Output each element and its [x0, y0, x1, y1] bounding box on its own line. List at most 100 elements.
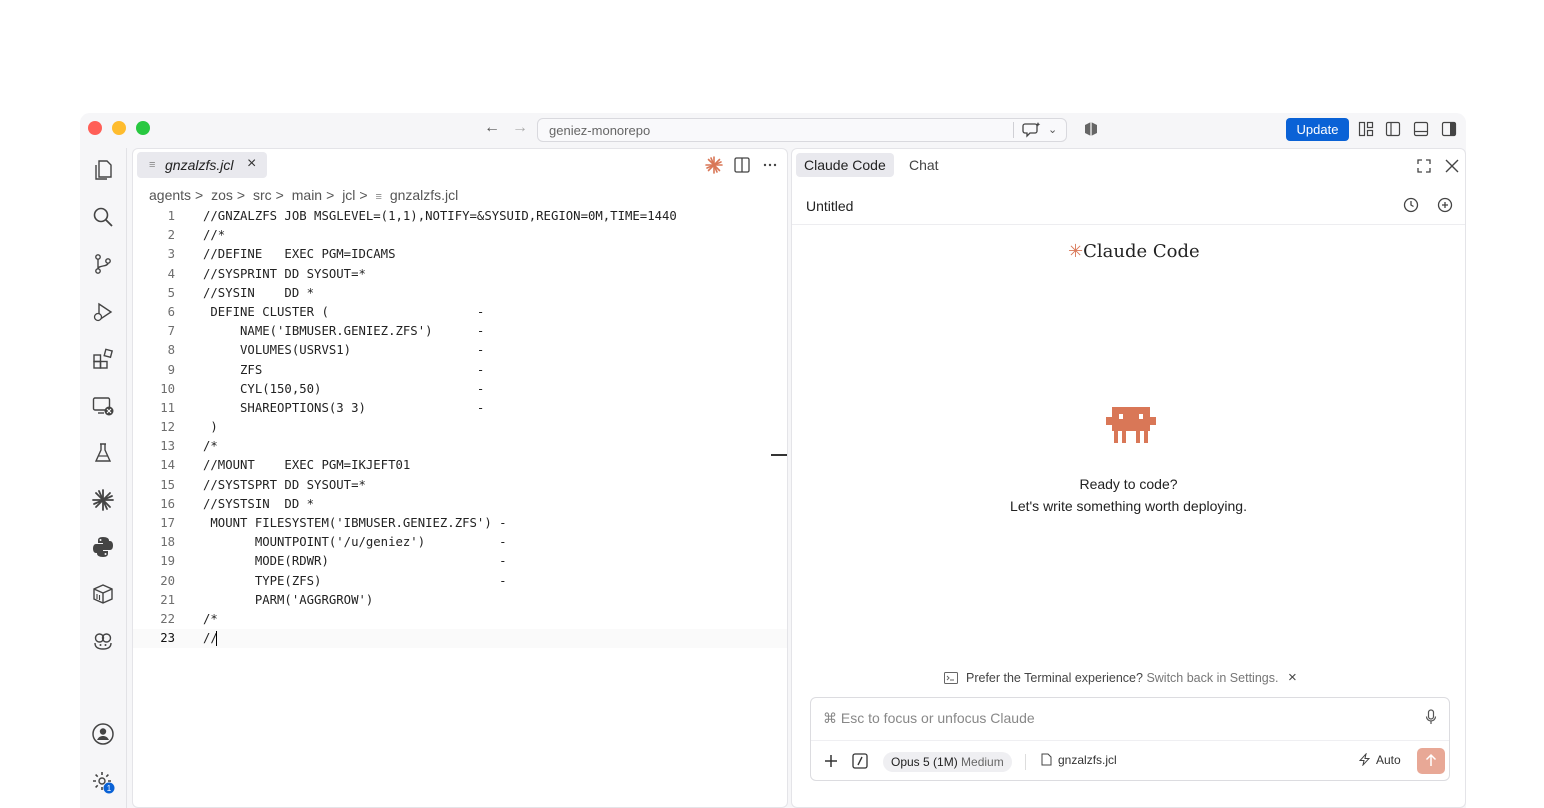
testing-flask-icon[interactable] — [91, 441, 115, 465]
breadcrumb-item[interactable]: main — [292, 187, 322, 203]
code-line[interactable]: 21 PARM('AGGRGROW') — [133, 591, 787, 610]
send-button[interactable] — [1417, 748, 1445, 774]
code-text[interactable]: DEFINE CLUSTER ( - — [203, 303, 484, 322]
code-text[interactable]: //MOUNT EXEC PGM=IKJEFT01 — [203, 456, 410, 475]
breadcrumb-item[interactable]: gnzalzfs.jcl — [390, 187, 458, 203]
code-line[interactable]: 10 CYL(150,50) - — [133, 380, 787, 399]
code-text[interactable]: //SYSPRINT DD SYSOUT=* — [203, 265, 366, 284]
code-line[interactable]: 8 VOLUMES(USRVS1) - — [133, 341, 787, 360]
code-line[interactable]: 15 //SYSTSPRT DD SYSOUT=* — [133, 476, 787, 495]
code-text[interactable]: //SYSTSIN DD * — [203, 495, 314, 514]
microphone-icon[interactable] — [1425, 709, 1437, 725]
toggle-primary-sidebar-icon[interactable] — [1385, 121, 1401, 137]
split-editor-icon[interactable] — [733, 156, 751, 174]
code-text[interactable]: NAME('IBMUSER.GENIEZ.ZFS') - — [203, 322, 484, 341]
file-context-chip[interactable]: gnzalzfs.jcl — [1041, 753, 1117, 767]
model-selector[interactable]: Opus 5 (1M) Medium — [883, 752, 1012, 772]
breadcrumb-item[interactable]: jcl — [342, 187, 355, 203]
forward-arrow-icon[interactable]: → — [510, 119, 530, 137]
breadcrumb-item[interactable]: agents — [149, 187, 191, 203]
code-text[interactable]: MOUNTPOINT('/u/geniez') - — [203, 533, 507, 552]
toggle-panel-icon[interactable] — [1413, 121, 1429, 137]
claude-spark-action-icon[interactable] — [705, 156, 723, 174]
maximize-window-button[interactable] — [136, 121, 150, 135]
editor-tab[interactable]: ≡ gnzalzfs.jcl × — [137, 152, 267, 178]
code-line[interactable]: 19 MODE(RDWR) - — [133, 552, 787, 571]
run-debug-icon[interactable] — [91, 300, 115, 324]
breadcrumb-item[interactable]: src — [253, 187, 272, 203]
code-line[interactable]: 23 // — [133, 629, 787, 649]
command-center[interactable]: geniez-monorepo ⌄ — [537, 118, 1067, 142]
code-line[interactable]: 1 //GNZALZFS JOB MSGLEVEL=(1,1),NOTIFY=&S… — [133, 207, 787, 226]
chat-sparkle-icon[interactable] — [1022, 121, 1042, 139]
code-text[interactable]: /* — [203, 610, 218, 629]
minimize-window-button[interactable] — [112, 121, 126, 135]
python-icon[interactable] — [91, 535, 115, 559]
close-window-button[interactable] — [88, 121, 102, 135]
history-clock-icon[interactable] — [1403, 197, 1419, 213]
code-line[interactable]: 2 //* — [133, 226, 787, 245]
claude-spark-icon[interactable] — [91, 488, 115, 512]
code-line[interactable]: 4 //SYSPRINT DD SYSOUT=* — [133, 265, 787, 284]
code-line[interactable]: 17 MOUNT FILESYSTEM('IBMUSER.GENIEZ.ZFS'… — [133, 514, 787, 533]
code-line[interactable]: 7 NAME('IBMUSER.GENIEZ.ZFS') - — [133, 322, 787, 341]
code-text[interactable]: PARM('AGGRGROW') — [203, 591, 373, 610]
search-icon[interactable] — [91, 205, 115, 229]
close-panel-icon[interactable] — [1444, 158, 1460, 174]
new-session-icon[interactable] — [1437, 197, 1453, 213]
copilot-icon[interactable] — [1083, 121, 1099, 137]
code-line[interactable]: 11 SHAREOPTIONS(3 3) - — [133, 399, 787, 418]
slash-command-icon[interactable] — [852, 753, 868, 769]
code-text[interactable]: TYPE(ZFS) - — [203, 572, 507, 591]
code-text[interactable]: VOLUMES(USRVS1) - — [203, 341, 484, 360]
code-text[interactable]: CYL(150,50) - — [203, 380, 484, 399]
code-line[interactable]: 9 ZFS - — [133, 361, 787, 380]
toggle-secondary-sidebar-icon[interactable] — [1441, 121, 1457, 137]
tab-chat[interactable]: Chat — [901, 153, 947, 177]
maximize-panel-icon[interactable] — [1416, 158, 1432, 174]
code-line[interactable]: 14 //MOUNT EXEC PGM=IKJEFT01 — [133, 456, 787, 475]
code-line[interactable]: 12 ) — [133, 418, 787, 437]
code-text[interactable]: /* — [203, 437, 218, 456]
code-text[interactable]: //GNZALZFS JOB MSGLEVEL=(1,1),NOTIFY=&SY… — [203, 207, 677, 226]
code-line[interactable]: 18 MOUNTPOINT('/u/geniez') - — [133, 533, 787, 552]
chevron-down-icon[interactable]: ⌄ — [1048, 123, 1057, 136]
code-area[interactable]: 1 //GNZALZFS JOB MSGLEVEL=(1,1),NOTIFY=&S… — [133, 207, 787, 649]
code-text[interactable]: SHAREOPTIONS(3 3) - — [203, 399, 484, 418]
back-arrow-icon[interactable]: ← — [482, 119, 502, 137]
add-attachment-icon[interactable] — [823, 753, 839, 769]
code-line[interactable]: 13 /* — [133, 437, 787, 456]
code-line[interactable]: 5 //SYSIN DD * — [133, 284, 787, 303]
code-line[interactable]: 20 TYPE(ZFS) - — [133, 572, 787, 591]
code-text[interactable]: //SYSIN DD * — [203, 284, 314, 303]
code-text[interactable]: //SYSTSPRT DD SYSOUT=* — [203, 476, 366, 495]
source-control-icon[interactable] — [91, 252, 115, 276]
prompt-input[interactable] — [823, 706, 1413, 730]
code-line[interactable]: 22 /* — [133, 610, 787, 629]
switch-back-settings-link[interactable]: Switch back in Settings. — [1146, 671, 1278, 685]
manage-gear-icon[interactable]: 1 — [91, 770, 115, 794]
accounts-icon[interactable] — [91, 722, 115, 746]
explorer-icon[interactable] — [91, 158, 115, 182]
more-actions-icon[interactable] — [761, 156, 779, 174]
code-text[interactable]: MOUNT FILESYSTEM('IBMUSER.GENIEZ.ZFS') - — [203, 514, 506, 533]
copilot-chat-icon[interactable] — [91, 629, 115, 653]
code-text[interactable]: ZFS - — [203, 361, 484, 380]
package-box-icon[interactable] — [91, 582, 115, 606]
permission-mode-selector[interactable]: Auto — [1358, 752, 1401, 767]
customize-layout-icon[interactable] — [1358, 121, 1374, 137]
close-tab-icon[interactable]: × — [247, 155, 256, 173]
code-line[interactable]: 6 DEFINE CLUSTER ( - — [133, 303, 787, 322]
dismiss-notice-icon[interactable]: × — [1288, 669, 1297, 686]
code-text[interactable]: //* — [203, 226, 225, 245]
breadcrumb-item[interactable]: zos — [211, 187, 233, 203]
extensions-icon[interactable] — [91, 347, 115, 371]
code-text[interactable]: // — [203, 629, 218, 648]
code-text[interactable]: MODE(RDWR) - — [203, 552, 507, 571]
code-line[interactable]: 3 //DEFINE EXEC PGM=IDCAMS — [133, 245, 787, 264]
tab-claude-code[interactable]: Claude Code — [796, 153, 894, 177]
code-text[interactable]: ) — [203, 418, 217, 437]
update-button[interactable]: Update — [1286, 118, 1349, 141]
remote-explorer-icon[interactable] — [91, 394, 115, 418]
code-text[interactable]: //DEFINE EXEC PGM=IDCAMS — [203, 245, 396, 264]
